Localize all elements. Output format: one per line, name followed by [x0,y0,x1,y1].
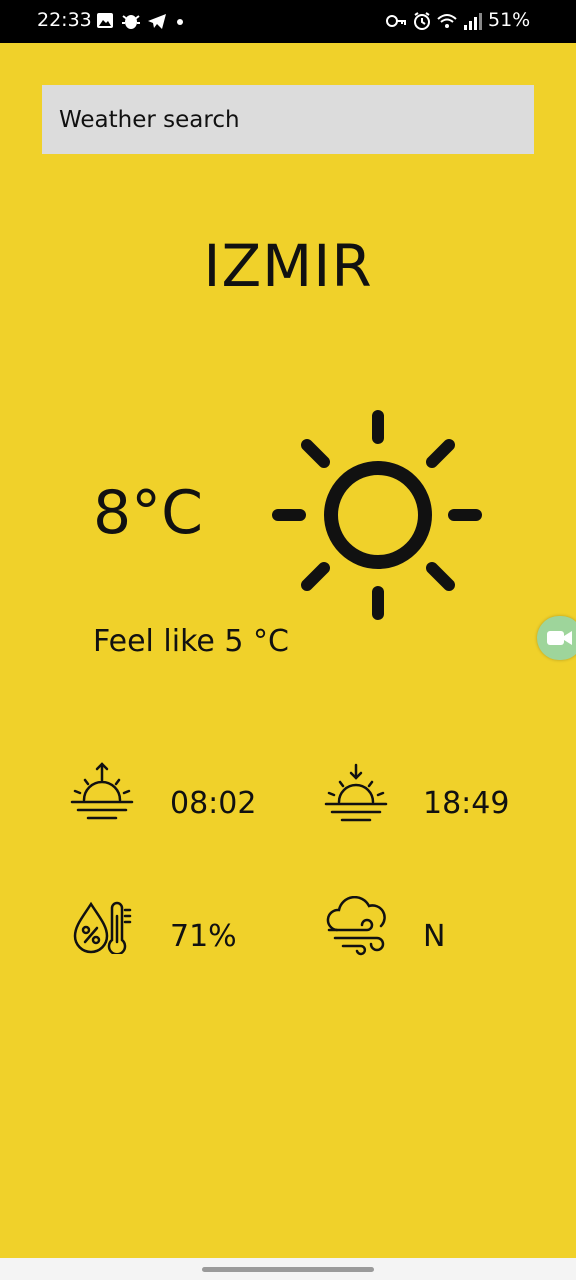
sunrise-icon [70,762,134,820]
alarm-icon [414,12,430,30]
wind-direction: N [423,919,446,954]
home-indicator[interactable] [202,1267,374,1272]
status-right-icons [386,12,482,30]
status-left-icons [97,13,183,29]
navigation-bar [0,1258,576,1280]
humidity-icon [73,901,132,954]
sunset-time: 18:49 [423,786,510,821]
video-call-floating-button[interactable] [537,616,576,660]
wind-cloud-icon [326,896,386,956]
signal-icon [464,13,482,30]
image-icon [97,13,113,28]
sun-icon [272,410,482,620]
temperature: 8°C [93,478,204,548]
wifi-icon [437,14,457,28]
weather-search-input[interactable]: Weather search [42,85,534,154]
status-time: 22:33 [37,9,92,31]
sunrise-time: 08:02 [170,786,257,821]
bug-icon [122,15,140,29]
status-bar: 22:33 51% [0,0,576,43]
search-placeholder: Weather search [59,106,240,133]
key-icon [386,15,406,27]
dot-icon [177,19,183,25]
humidity-value: 71% [170,919,237,954]
sunset-icon [324,763,388,822]
telegram-icon [148,14,166,29]
feels-like-text: Feel like 5 °C [93,624,289,659]
battery-percentage: 51% [488,9,531,31]
city-name: IZMIR [203,232,373,300]
video-camera-icon [547,631,572,645]
